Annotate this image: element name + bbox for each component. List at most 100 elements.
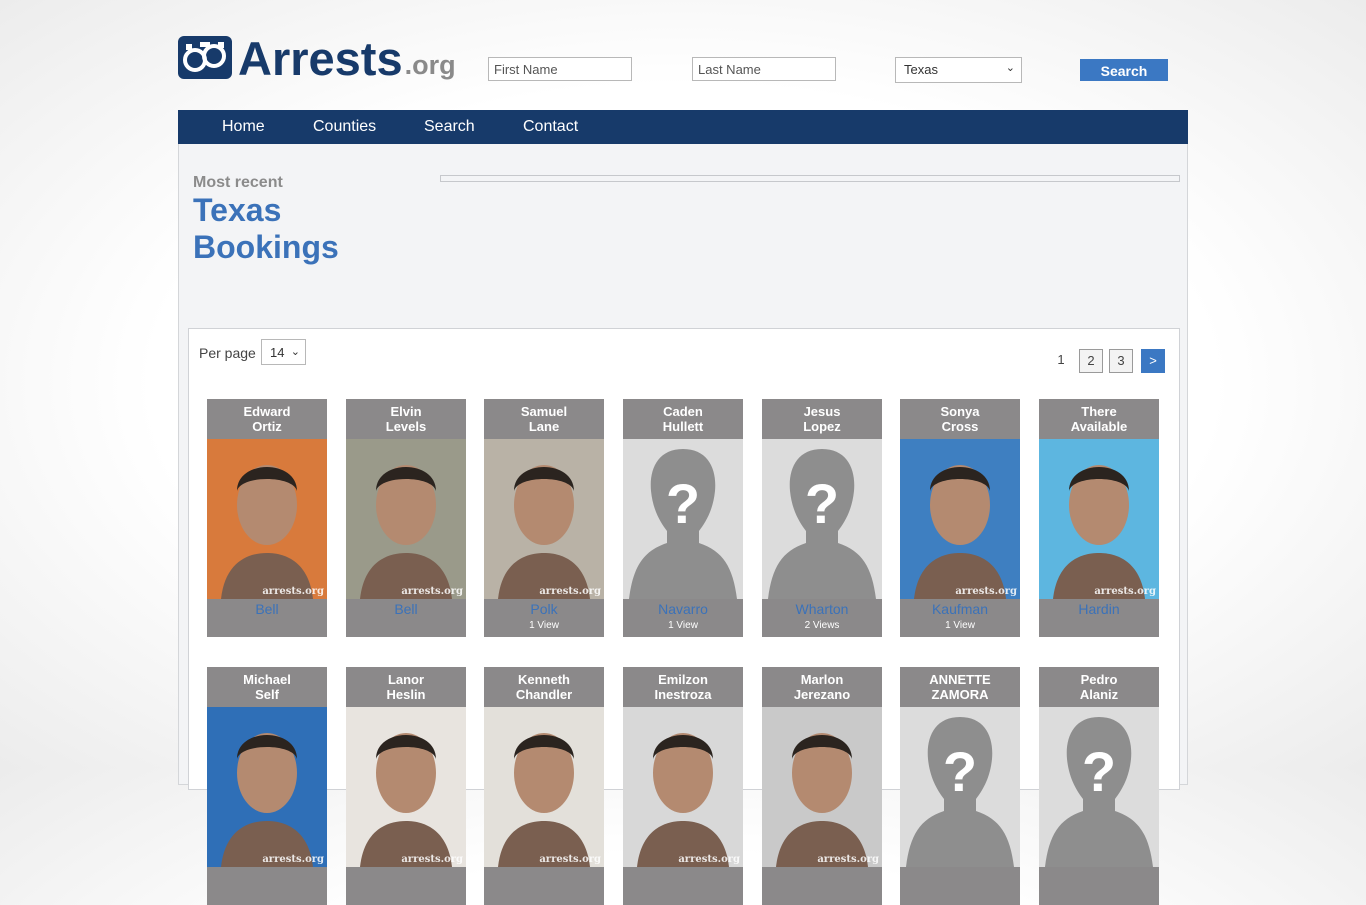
first-name: Jesus	[803, 404, 841, 419]
last-name: ZAMORA	[931, 687, 989, 702]
first-name: There	[1081, 404, 1117, 419]
booking-card[interactable]: ANNETTE ZAMORA?	[900, 667, 1020, 905]
view-count: 1 View	[668, 620, 698, 631]
booking-photo[interactable]: arrests.org	[484, 707, 604, 867]
nav-counties[interactable]: Counties	[313, 110, 376, 143]
booking-name[interactable]: Sonya Cross	[900, 399, 1020, 439]
svg-text:?: ?	[1082, 740, 1116, 803]
booking-card[interactable]: Edward Ortiz arrests.org Bell	[207, 399, 327, 637]
booking-name[interactable]: ANNETTE ZAMORA	[900, 667, 1020, 707]
site-logo[interactable]: Arrests .org	[178, 35, 456, 82]
mugshot-photo	[484, 707, 604, 867]
page-title-line1: Texas	[193, 192, 282, 228]
booking-card[interactable]: Kenneth Chandler arrests.org	[484, 667, 604, 905]
booking-photo[interactable]: arrests.org	[346, 439, 466, 599]
view-count: 1 View	[529, 620, 559, 631]
watermark-text: arrests.org	[539, 586, 601, 597]
svg-text:?: ?	[943, 740, 977, 803]
first-name: Marlon	[800, 672, 844, 687]
last-name: Levels	[385, 419, 427, 434]
booking-photo[interactable]: arrests.org	[762, 707, 882, 867]
booking-card[interactable]: Elvin Levels arrests.org Bell	[346, 399, 466, 637]
booking-name[interactable]: Caden Hullett	[623, 399, 743, 439]
first-name-input[interactable]	[488, 57, 632, 81]
next-page-button[interactable]: >	[1141, 349, 1165, 373]
unknown-person-icon: ?	[1039, 707, 1159, 867]
bookings-panel: Per page 14 ⌄ 1 2 3 > Edward Ortiz arrests…	[188, 328, 1180, 905]
county-link[interactable]: Polk	[484, 599, 604, 616]
booking-photo[interactable]: arrests.org	[207, 439, 327, 599]
page-1[interactable]: 1	[1049, 349, 1073, 373]
nav-contact[interactable]: Contact	[523, 110, 578, 143]
booking-card[interactable]: Marlon Jerezano arrests.org	[762, 667, 882, 905]
booking-photo[interactable]: arrests.org	[1039, 439, 1159, 599]
first-name: Edward	[243, 404, 291, 419]
watermark-text: arrests.org	[539, 854, 601, 865]
booking-photo[interactable]: arrests.org	[623, 707, 743, 867]
booking-photo[interactable]: arrests.org	[484, 439, 604, 599]
state-select[interactable]: Texas ⌄	[895, 57, 1022, 83]
booking-name[interactable]: Jesus Lopez	[762, 399, 882, 439]
booking-photo[interactable]: arrests.org	[207, 707, 327, 867]
booking-photo[interactable]: ?	[900, 707, 1020, 867]
booking-name[interactable]: There Available	[1039, 399, 1159, 439]
booking-photo[interactable]: ?	[1039, 707, 1159, 867]
nav-home[interactable]: Home	[222, 110, 265, 143]
nav-search[interactable]: Search	[424, 110, 475, 143]
state-select-value: Texas	[904, 62, 938, 77]
booking-card[interactable]: Caden Hullett? Navarro 1 View	[623, 399, 743, 637]
booking-card[interactable]: There Available arrests.org Hardin	[1039, 399, 1159, 637]
first-name: Kenneth	[518, 672, 570, 687]
page-3[interactable]: 3	[1109, 349, 1133, 373]
mugshot-photo	[900, 439, 1020, 599]
booking-name[interactable]: Michael Self	[207, 667, 327, 707]
last-name: Jerezano	[793, 687, 851, 702]
svg-text:?: ?	[805, 472, 839, 535]
booking-photo[interactable]: arrests.org	[346, 707, 466, 867]
per-page-select[interactable]: 14 ⌄	[261, 339, 306, 365]
booking-card[interactable]: Samuel Lane arrests.org Polk 1 View	[484, 399, 604, 637]
booking-card[interactable]: Pedro Alaniz?	[1039, 667, 1159, 905]
page-2[interactable]: 2	[1079, 349, 1103, 373]
mugshot-photo	[484, 439, 604, 599]
watermark-text: arrests.org	[1094, 586, 1156, 597]
booking-name[interactable]: Pedro Alaniz	[1039, 667, 1159, 707]
watermark-text: arrests.org	[262, 854, 324, 865]
booking-photo[interactable]: ?	[623, 439, 743, 599]
booking-name[interactable]: Lanor Heslin	[346, 667, 466, 707]
county-link[interactable]: Bell	[207, 599, 327, 616]
booking-name[interactable]: Edward Ortiz	[207, 399, 327, 439]
county-link[interactable]: Kaufman	[900, 599, 1020, 616]
last-name: Lopez	[803, 419, 841, 434]
watermark-text: arrests.org	[401, 586, 463, 597]
mugshot-photo	[346, 439, 466, 599]
booking-card[interactable]: Jesus Lopez? Wharton 2 Views	[762, 399, 882, 637]
last-name: Cross	[941, 419, 979, 434]
last-name-input[interactable]	[692, 57, 836, 81]
last-name: Hullett	[662, 419, 704, 434]
unknown-person-icon: ?	[623, 439, 743, 599]
booking-photo[interactable]: ?	[762, 439, 882, 599]
county-link[interactable]: Navarro	[623, 599, 743, 616]
mugshot-photo	[762, 707, 882, 867]
ad-placeholder	[440, 175, 1180, 182]
booking-name[interactable]: Emilzon Inestroza	[623, 667, 743, 707]
booking-photo[interactable]: arrests.org	[900, 439, 1020, 599]
booking-card[interactable]: Michael Self arrests.org	[207, 667, 327, 905]
county-link[interactable]: Wharton	[762, 599, 882, 616]
chevron-down-icon: ⌄	[1005, 62, 1015, 74]
first-name: Pedro	[1080, 672, 1118, 687]
booking-card[interactable]: Emilzon Inestroza arrests.org	[623, 667, 743, 905]
booking-name[interactable]: Samuel Lane	[484, 399, 604, 439]
booking-card[interactable]: Lanor Heslin arrests.org	[346, 667, 466, 905]
county-link[interactable]: Hardin	[1039, 599, 1159, 616]
booking-name[interactable]: Kenneth Chandler	[484, 667, 604, 707]
booking-name[interactable]: Marlon Jerezano	[762, 667, 882, 707]
search-button[interactable]: Search	[1080, 59, 1168, 81]
last-name: Self	[255, 687, 279, 702]
booking-card[interactable]: Sonya Cross arrests.org Kaufman 1 View	[900, 399, 1020, 637]
county-link[interactable]: Bell	[346, 599, 466, 616]
chevron-down-icon: ⌄	[290, 346, 300, 358]
mugshot-photo	[346, 707, 466, 867]
booking-name[interactable]: Elvin Levels	[346, 399, 466, 439]
